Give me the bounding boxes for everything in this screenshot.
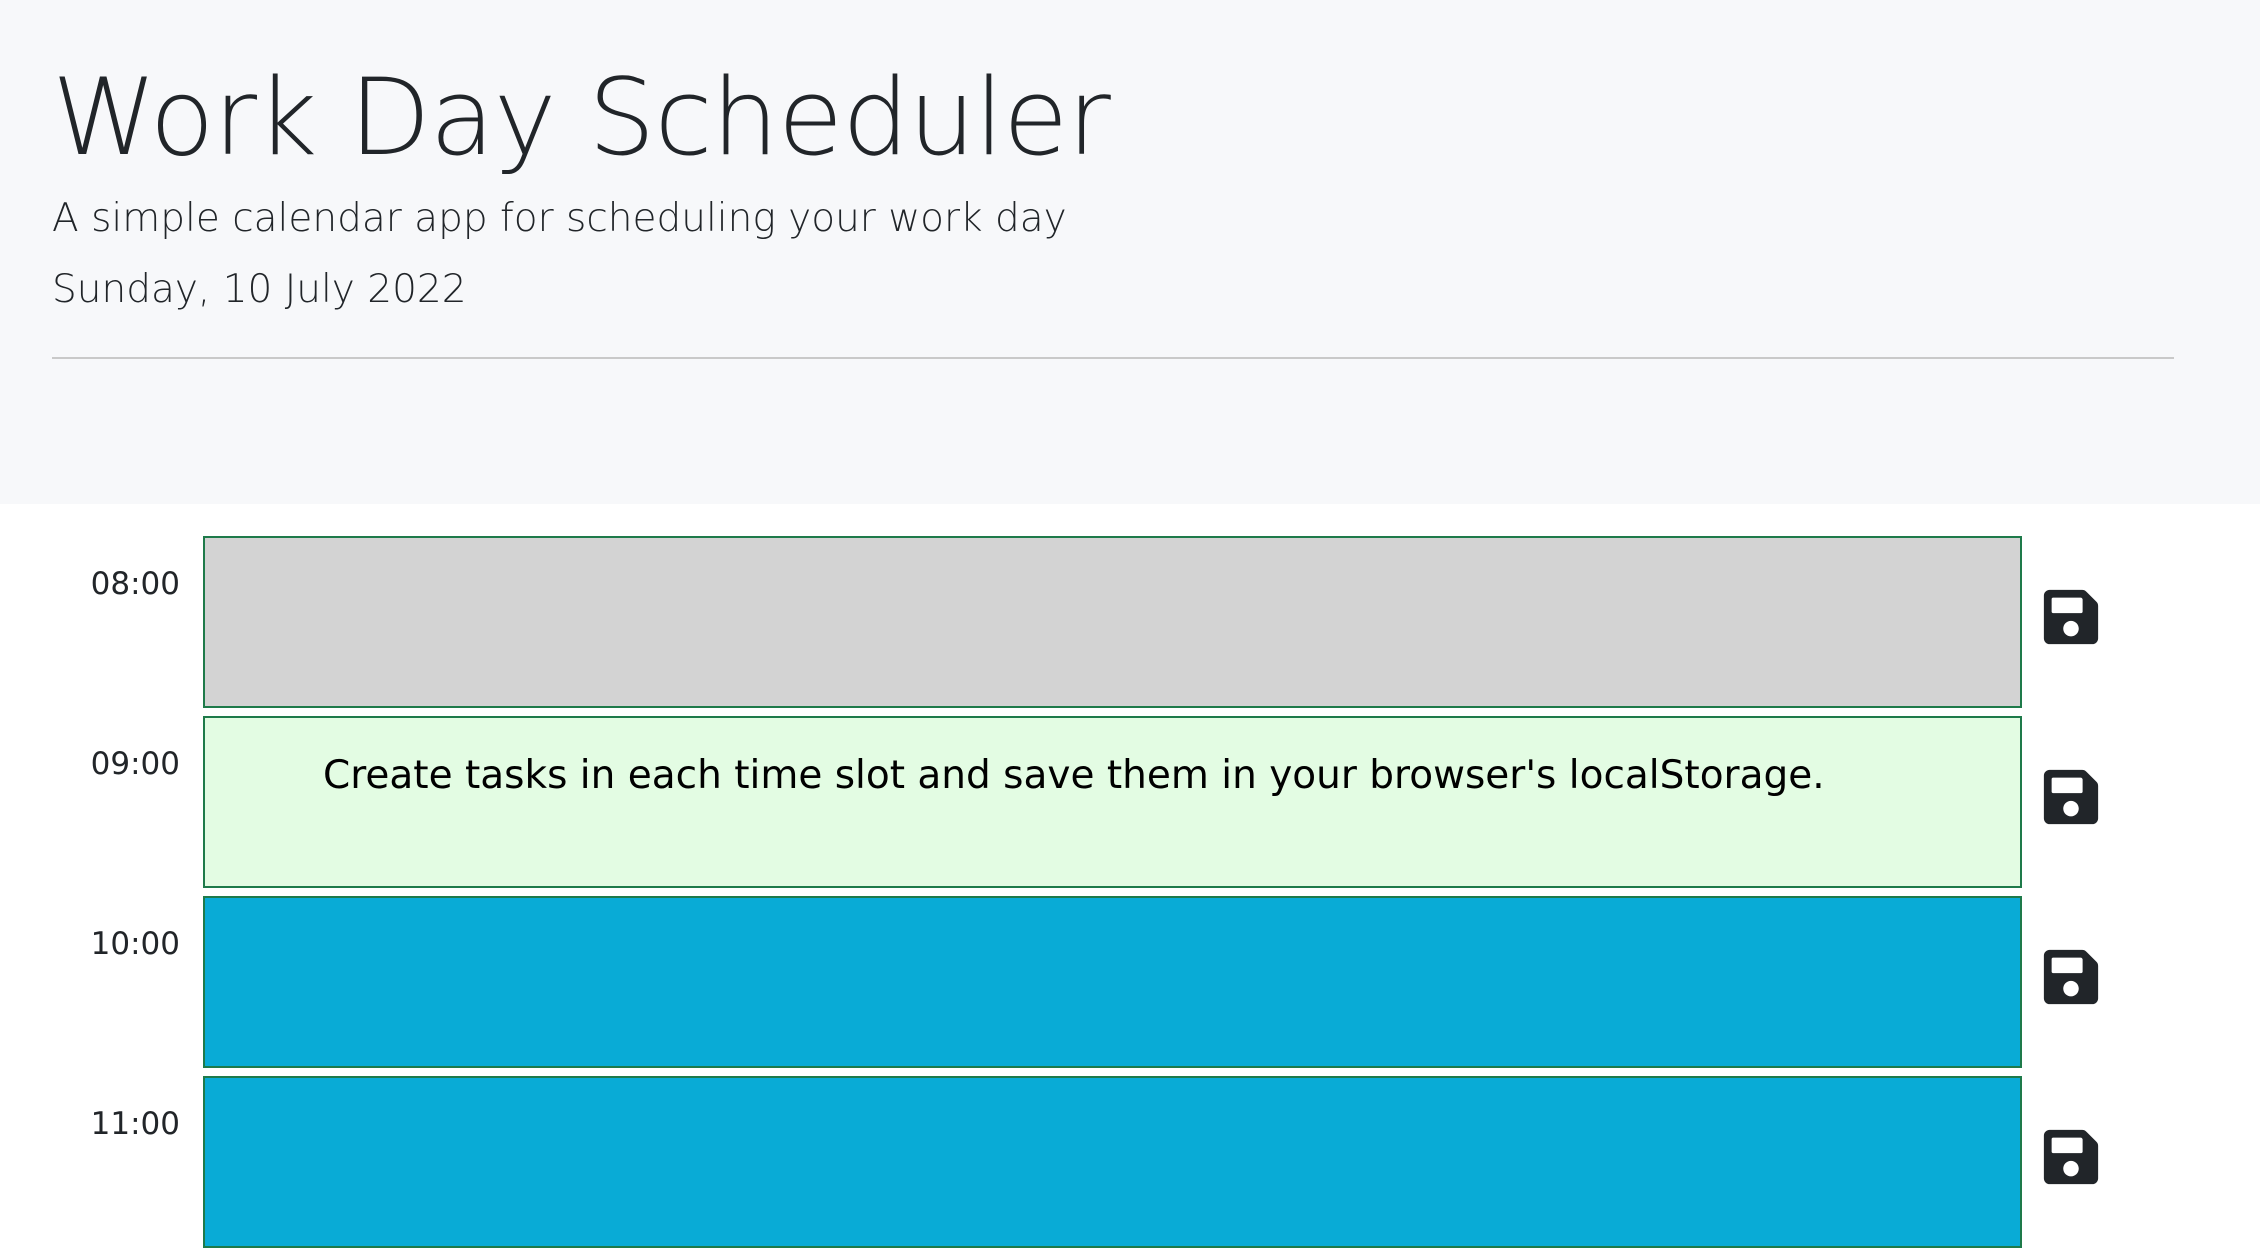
- floppy-disk-icon: [2043, 769, 2099, 825]
- time-block-row: 09:00 Create tasks in each time slot and…: [0, 716, 2260, 888]
- floppy-disk-icon: [2043, 589, 2099, 645]
- task-input[interactable]: [203, 896, 2022, 1068]
- current-day: Sunday, 10 July 2022: [52, 267, 467, 312]
- hour-label: 08:00: [90, 566, 180, 602]
- floppy-disk-icon: [2043, 949, 2099, 1005]
- header-jumbotron: Work Day Scheduler A simple calendar app…: [0, 0, 2260, 504]
- hour-label: 10:00: [90, 926, 180, 962]
- time-block-row: 11:00: [0, 1076, 2260, 1248]
- floppy-disk-icon: [2043, 1129, 2099, 1185]
- hour-label: 11:00: [90, 1106, 180, 1142]
- page-title: Work Day Scheduler: [52, 56, 1111, 179]
- task-input[interactable]: [203, 536, 2022, 708]
- header-divider: [52, 357, 2174, 359]
- time-block-row: 10:00: [0, 896, 2260, 1068]
- page-subtitle: A simple calendar app for scheduling you…: [52, 196, 1067, 241]
- save-button[interactable]: [2040, 946, 2110, 1016]
- save-button[interactable]: [2040, 1126, 2110, 1196]
- save-button[interactable]: [2040, 586, 2110, 656]
- task-input[interactable]: [203, 1076, 2022, 1248]
- task-input[interactable]: Create tasks in each time slot and save …: [203, 716, 2022, 888]
- save-button[interactable]: [2040, 766, 2110, 836]
- hour-label: 09:00: [90, 746, 180, 782]
- time-block-row: 08:00: [0, 536, 2260, 708]
